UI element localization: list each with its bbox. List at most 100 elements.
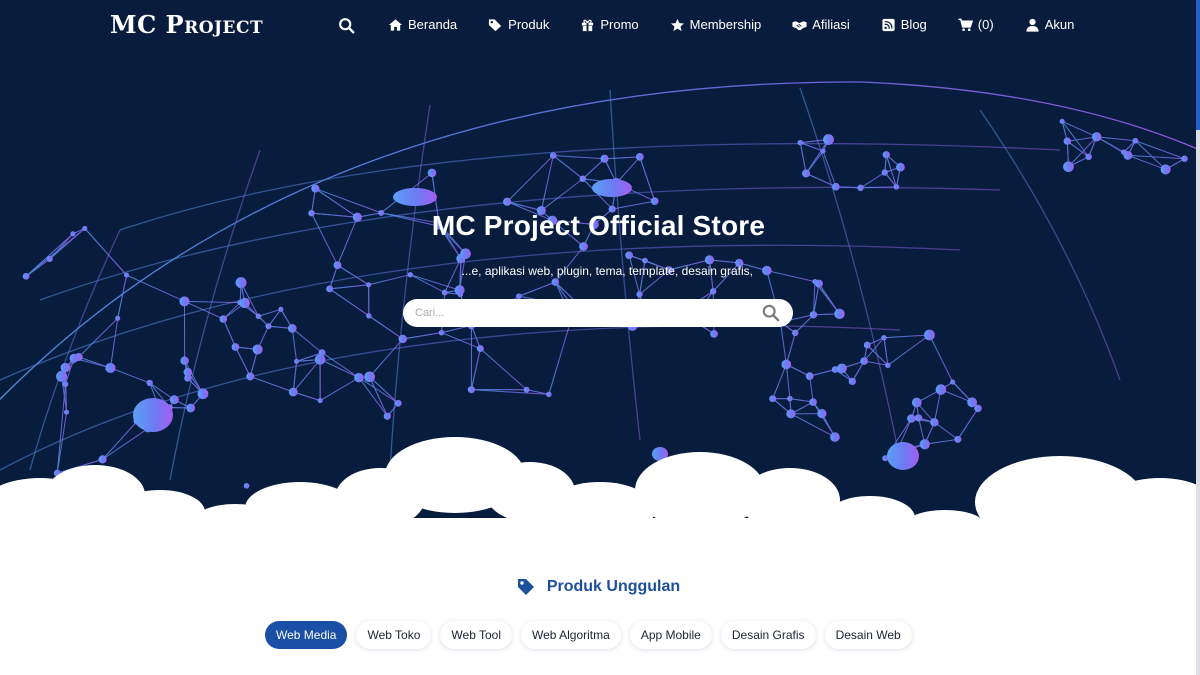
- nav-label-akun: Akun: [1044, 17, 1075, 32]
- tab-desain-grafis[interactable]: Desain Grafis: [720, 621, 816, 649]
- network-node: [914, 414, 923, 422]
- network-hub-node: [592, 179, 632, 197]
- network-node: [786, 409, 796, 419]
- nav-search-icon[interactable]: [338, 17, 356, 35]
- network-node: [935, 384, 947, 395]
- network-edge: [184, 300, 224, 320]
- network-node: [881, 334, 887, 341]
- network-node: [863, 341, 871, 349]
- globe-latitude-2: [39, 186, 1001, 301]
- network-edge: [1135, 140, 1166, 170]
- brand-logo[interactable]: MC Project: [110, 10, 263, 39]
- network-node: [105, 362, 116, 374]
- network-edge: [785, 364, 791, 399]
- network-node: [179, 296, 190, 307]
- network-edge: [779, 322, 787, 365]
- network-node: [930, 418, 939, 427]
- network-node: [197, 388, 209, 400]
- home-icon: [388, 18, 403, 31]
- network-node: [454, 285, 465, 296]
- hero-search-box[interactable]: [403, 299, 793, 327]
- network-node: [848, 377, 857, 386]
- tag-icon: [517, 579, 534, 595]
- network-edge: [319, 377, 360, 402]
- tab-web-toko[interactable]: Web Toko: [356, 621, 432, 649]
- nav-item-membership[interactable]: Membership: [670, 17, 761, 32]
- scrollbar-thumb[interactable]: [1196, 0, 1200, 130]
- network-node: [1085, 153, 1092, 161]
- network-node: [311, 184, 320, 193]
- network-node: [1160, 164, 1171, 175]
- network-node: [1132, 137, 1139, 144]
- network-node: [46, 255, 53, 263]
- nav-item-blog[interactable]: Blog: [881, 17, 927, 32]
- network-hub-node: [133, 398, 173, 432]
- nav-item-promo[interactable]: Promo: [580, 17, 639, 32]
- network-node: [797, 139, 804, 146]
- network-edge: [222, 318, 236, 348]
- tab-desain-web[interactable]: Desain Web: [824, 621, 912, 649]
- network-edge: [518, 281, 556, 297]
- network-edge: [887, 334, 930, 366]
- network-node: [769, 395, 777, 403]
- network-node: [650, 197, 659, 206]
- network-node: [832, 182, 840, 191]
- network-edge: [809, 376, 814, 403]
- network-node: [354, 372, 364, 383]
- network-edge: [358, 377, 399, 404]
- tab-web-algoritma[interactable]: Web Algoritma: [521, 621, 621, 649]
- network-edge: [809, 369, 836, 377]
- network-edge: [883, 334, 930, 339]
- nav-item-akun[interactable]: Akun: [1025, 17, 1075, 32]
- network-node: [635, 153, 644, 161]
- network-node: [814, 279, 823, 288]
- network-node: [231, 343, 240, 351]
- network-node: [802, 169, 811, 178]
- network-edge: [772, 364, 787, 399]
- network-edge: [369, 376, 399, 404]
- network-node: [1181, 155, 1188, 162]
- network-node: [219, 315, 228, 323]
- network-edge: [548, 317, 573, 395]
- nav-item-afiliasi[interactable]: Afiliasi: [792, 17, 850, 32]
- nav-item-beranda[interactable]: Beranda: [388, 17, 457, 32]
- network-node: [834, 308, 845, 320]
- network-node: [823, 134, 834, 145]
- network-node: [383, 412, 391, 420]
- network-node: [710, 330, 718, 338]
- hero-search-input[interactable]: [415, 304, 745, 322]
- network-node: [186, 403, 196, 413]
- network-node: [546, 391, 552, 398]
- featured-section-title: Produk Unggulan: [0, 578, 1197, 596]
- network-edge: [860, 172, 886, 189]
- network-edge: [479, 348, 528, 391]
- tab-web-media[interactable]: Web Media: [265, 621, 348, 649]
- gift-icon: [582, 19, 594, 31]
- network-node: [636, 291, 643, 298]
- network-node: [809, 398, 817, 406]
- network-edge: [402, 332, 442, 340]
- nav-label-produk: Produk: [508, 17, 550, 32]
- nav-item-cart[interactable]: (0): [958, 17, 994, 32]
- star-icon: [670, 18, 684, 31]
- network-edge: [291, 328, 323, 354]
- network-node: [809, 311, 818, 319]
- category-tabs: Web Media Web Toko Web Tool Web Algoritm…: [265, 621, 921, 649]
- network-node: [265, 323, 272, 330]
- tab-app-mobile[interactable]: App Mobile: [629, 621, 712, 649]
- network-node: [333, 261, 342, 270]
- page-scrollbar[interactable]: [1196, 0, 1200, 675]
- network-node: [184, 374, 192, 382]
- network-edge: [321, 352, 360, 379]
- search-icon[interactable]: [762, 304, 780, 322]
- globe-meridian-5: [979, 109, 1121, 381]
- nav-menu: Beranda Produk Promo Membership Afiliasi…: [388, 17, 1074, 32]
- network-node: [792, 329, 799, 337]
- network-node: [407, 272, 414, 278]
- network-node: [579, 242, 588, 251]
- tab-web-tool[interactable]: Web Tool: [440, 621, 512, 649]
- network-node: [837, 363, 847, 374]
- network-edge: [368, 315, 404, 340]
- network-node: [317, 398, 323, 404]
- nav-item-produk[interactable]: Produk: [488, 17, 549, 32]
